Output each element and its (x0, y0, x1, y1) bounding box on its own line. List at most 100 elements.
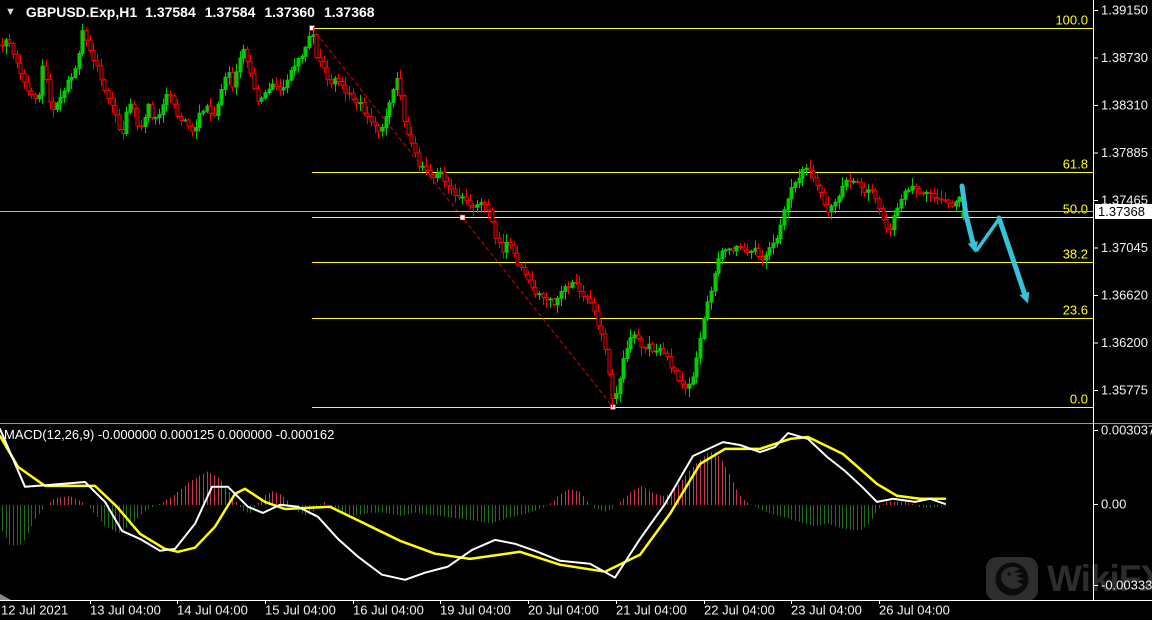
candle (946, 199, 951, 204)
candle (906, 189, 911, 192)
candle (292, 65, 297, 72)
candle (537, 293, 542, 296)
candle (230, 72, 235, 88)
candle (844, 179, 849, 187)
candle (694, 357, 699, 378)
candle (738, 245, 743, 248)
candle (66, 79, 71, 92)
candle (285, 79, 290, 89)
time-axis-label: 14 Jul 04:00 (177, 602, 248, 617)
candle (369, 115, 374, 123)
forecast-arrow-0[interactable] (959, 183, 977, 250)
scroll-marker[interactable] (0, 594, 11, 600)
time-axis-label: 21 Jul 04:00 (616, 602, 687, 617)
candle (132, 103, 137, 110)
candle (179, 115, 184, 122)
candle (625, 348, 630, 360)
candle (745, 249, 750, 253)
candle (296, 57, 301, 67)
candle (336, 78, 341, 82)
candle (238, 57, 243, 73)
candle (749, 250, 754, 253)
candle (588, 297, 593, 304)
forecast-line-1[interactable] (975, 217, 1001, 252)
candle (289, 70, 294, 81)
symbol-dropdown-icon[interactable]: ▼ (5, 6, 16, 18)
macd-axis-label: 0.003037 (1101, 422, 1152, 437)
candle (650, 343, 655, 352)
candle (84, 30, 89, 41)
candle (376, 125, 381, 132)
candle (303, 46, 308, 57)
candle (713, 273, 718, 292)
candle (48, 78, 53, 103)
time-axis-label: 13 Jul 04:00 (90, 602, 161, 617)
forecast-arrowhead-2[interactable] (1019, 291, 1030, 304)
candle (764, 254, 769, 261)
candle (892, 215, 897, 231)
candle (541, 293, 546, 299)
price-axis-label: 1.37885 (1101, 145, 1148, 160)
candle (77, 52, 82, 70)
candle (862, 186, 867, 193)
candle (29, 90, 34, 96)
candle (928, 192, 933, 195)
candle (95, 60, 100, 67)
candle (683, 383, 688, 389)
candle (26, 81, 31, 92)
candle (957, 196, 962, 203)
candle (866, 189, 871, 193)
candle (716, 258, 721, 275)
candle (789, 187, 794, 200)
candle (91, 50, 96, 62)
candle (903, 190, 908, 200)
candle (88, 39, 93, 52)
price-axis-label: 1.37045 (1101, 240, 1148, 255)
candle (669, 356, 674, 369)
candle (618, 378, 623, 395)
time-axis-label: 23 Jul 04:00 (791, 602, 862, 617)
candle (490, 209, 495, 223)
candle (840, 185, 845, 197)
candle (793, 182, 798, 189)
candle (406, 121, 411, 136)
candle (391, 89, 396, 104)
candle (351, 92, 356, 100)
candle (797, 177, 802, 184)
candle (628, 337, 633, 350)
candle (343, 84, 348, 94)
candle (756, 247, 761, 257)
candle (51, 101, 56, 111)
candle (453, 188, 458, 196)
candle (146, 103, 151, 118)
fib-anchor-1[interactable] (459, 214, 466, 221)
candle (384, 115, 389, 128)
candle (124, 111, 129, 135)
candle (917, 188, 922, 194)
candle (482, 202, 487, 205)
candle (0, 44, 5, 47)
candle (99, 65, 104, 81)
candle (143, 116, 148, 128)
candle (581, 290, 586, 297)
candle (530, 279, 535, 288)
candle (259, 97, 264, 102)
candle (438, 171, 443, 175)
candle (559, 290, 564, 299)
candle (398, 77, 403, 97)
fib-label-61.8: 61.8 (1063, 157, 1088, 172)
candle (245, 48, 250, 62)
candle (128, 103, 133, 113)
quote-close: 1.37368 (323, 4, 375, 20)
time-axis-label: 12 Jul 2021 (1, 602, 68, 617)
candle (782, 209, 787, 226)
candle (950, 202, 955, 207)
candle (471, 205, 476, 208)
candle (607, 349, 612, 375)
candle (577, 282, 582, 292)
forecast-arrow-2[interactable] (996, 215, 1029, 301)
candle (691, 376, 696, 385)
candle (80, 30, 85, 54)
candle (709, 290, 714, 303)
time-axis-label: 19 Jul 04:00 (440, 602, 511, 617)
